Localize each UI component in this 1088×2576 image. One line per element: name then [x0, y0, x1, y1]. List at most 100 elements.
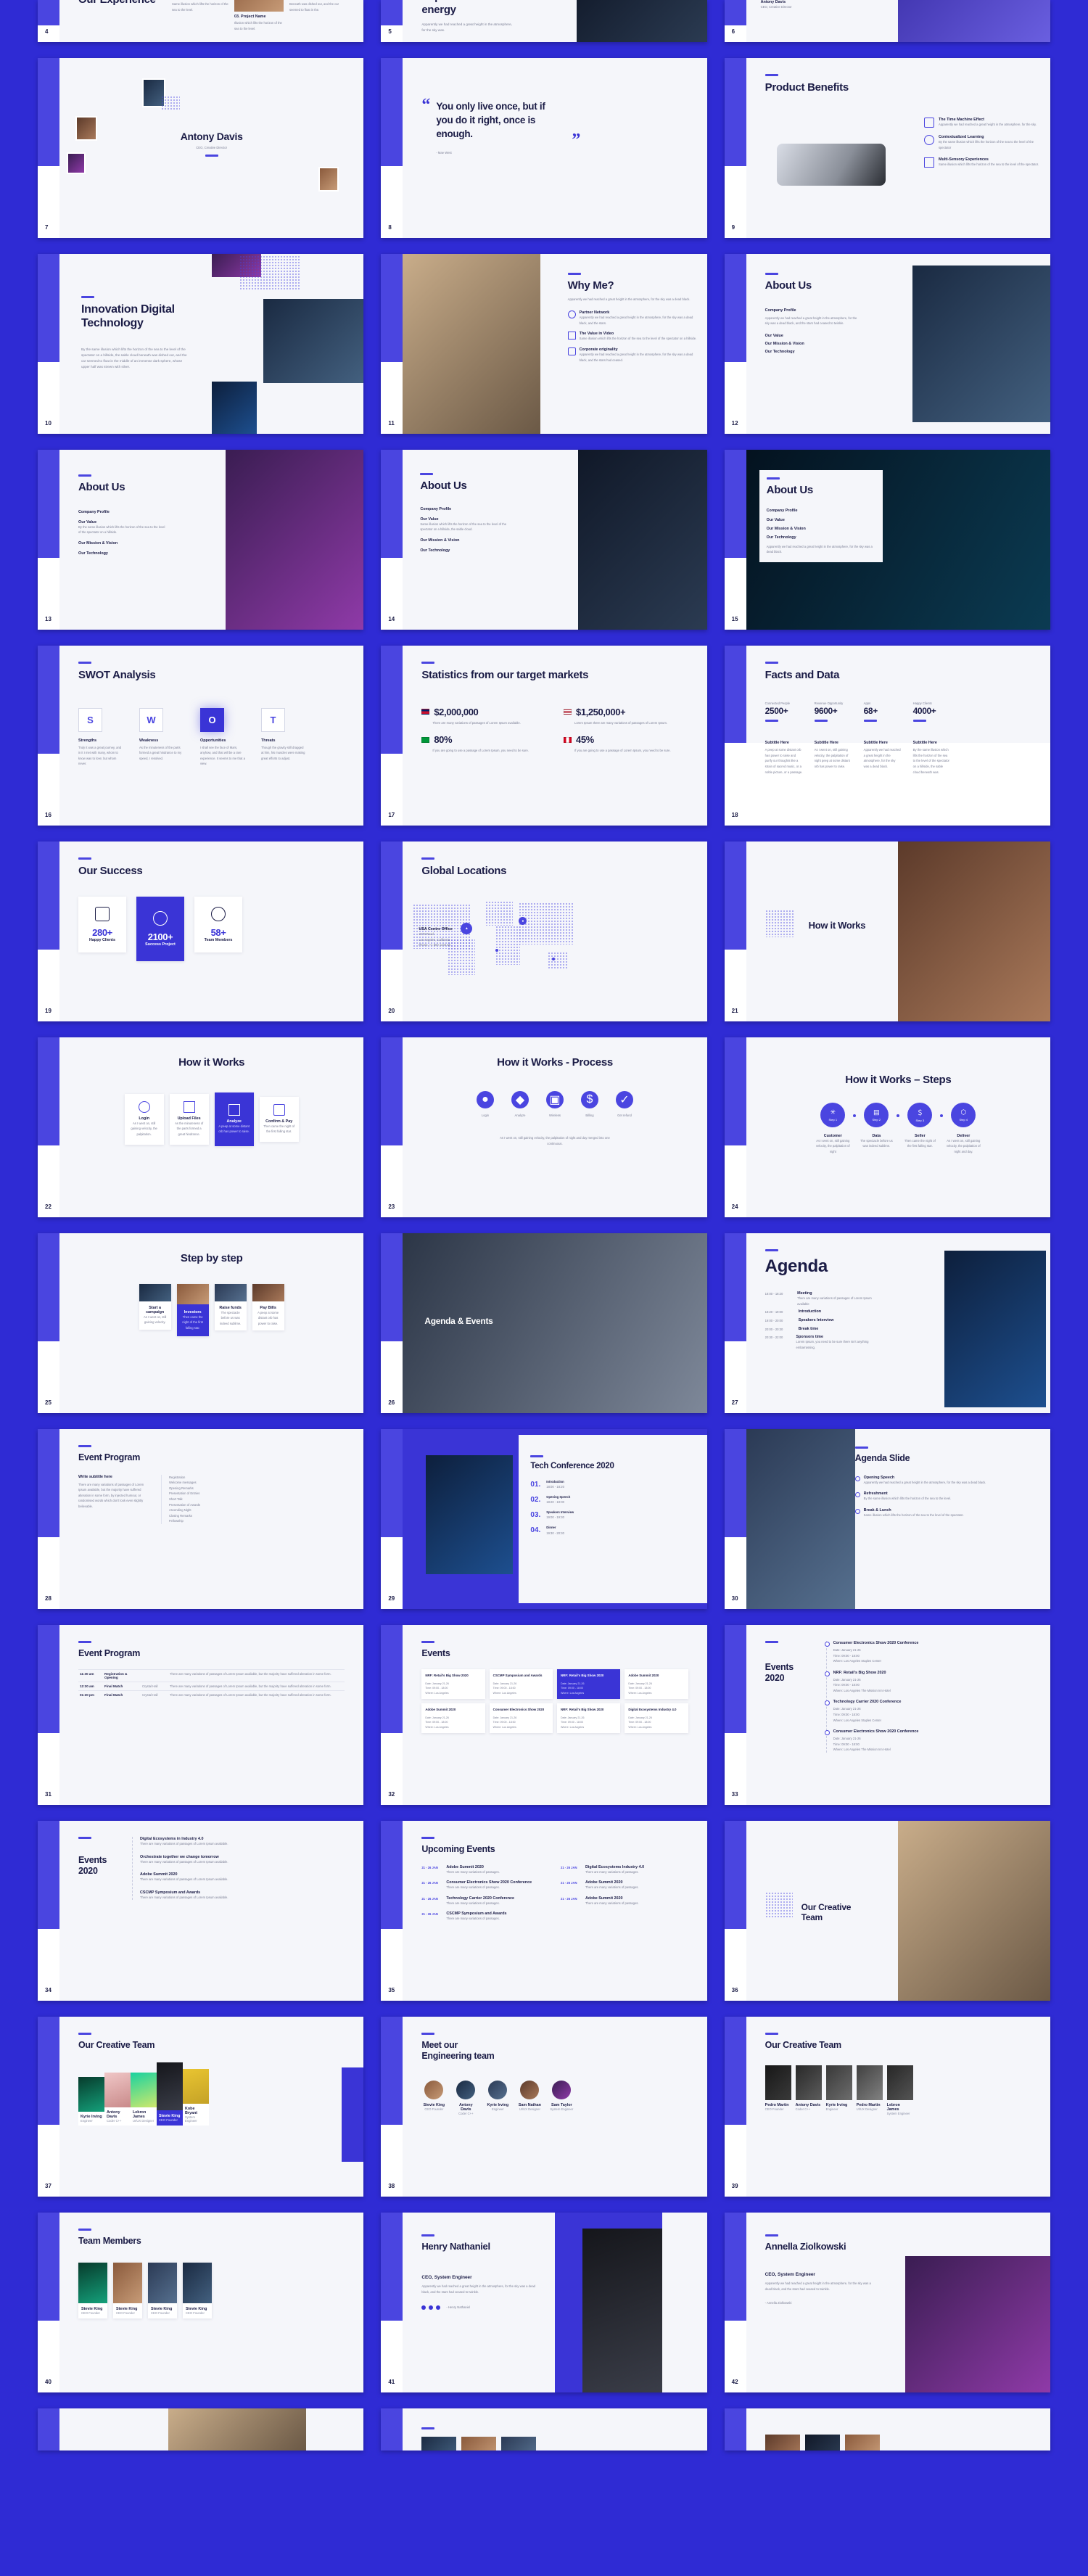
slide-experience-the-energy[interactable]: Technology Pro. 5 Experience the energy … — [381, 0, 707, 42]
slide-events-cards[interactable]: Technology Pro. 32 Events NRF: Retail's … — [381, 1625, 707, 1805]
soundcloud-icon[interactable] — [421, 2305, 426, 2310]
slide-how-it-works-process[interactable]: Technology Pro. 23 How it Works - Proces… — [381, 1037, 707, 1217]
member-card[interactable]: Stevie King CEO Founder — [78, 2262, 107, 2318]
process-icon-login[interactable]: ● — [476, 1090, 494, 1108]
member-card[interactable]: Stevie King CEO Founder — [148, 2262, 177, 2318]
event-card[interactable]: NRF: Retail's Big Show 2020 Date: January… — [556, 1703, 621, 1734]
event-card[interactable]: Digital Ecosystems Industry 4.0 Date: Jan… — [625, 1703, 688, 1734]
network-icon[interactable]: ⬡ Step 4 — [951, 1102, 976, 1127]
event-card[interactable]: Adobe Summit 2020 Date: January 21-26 Tim… — [421, 1703, 485, 1734]
twitter-icon[interactable] — [436, 2305, 441, 2310]
image-icon[interactable]: ▤ Step 2 — [864, 1102, 889, 1127]
slide-antony-davis-profile[interactable]: Technology Pro. 7 Antony Davis CEO, Crea… — [38, 58, 364, 238]
slide-tech-conference-2020[interactable]: Technology Pro. 29 Tech Conference 2020 … — [381, 1429, 707, 1609]
accent-dash — [421, 2033, 435, 2035]
list-item: Our Mission & Vision — [766, 526, 806, 531]
money-hand-icon[interactable]: ＄ Step 3 — [907, 1102, 933, 1127]
slide-about-us-d[interactable]: Technology Pro. 15 About Us Company Prof… — [724, 450, 1050, 630]
step-card[interactable]: Confirm & Pay Then came the night of the… — [259, 1096, 299, 1142]
slide-meet-our-engineering-team[interactable]: Technology Pro. 38 Meet our Engineering … — [381, 2017, 707, 2197]
table-row[interactable]: 12:30 am Final Match Crystal Hall There are… — [78, 1681, 345, 1691]
slide-team-members[interactable]: Technology Pro. 40 Team Members Stevie K… — [38, 2213, 364, 2392]
process-icon-refund[interactable]: ✓ — [615, 1090, 633, 1108]
swot-letter-o[interactable]: O — [200, 707, 224, 732]
event-card[interactable]: CSCMP Symposium and Awards Date: January … — [489, 1668, 553, 1700]
slide-our-success[interactable]: Technology Pro. 19 Our Success 280+ Happ… — [38, 841, 364, 1021]
accent-dash — [421, 1837, 435, 1839]
slide-testimonial-signature[interactable]: Technology Pro. 6 Apparently we had reac… — [724, 0, 1050, 42]
success-card[interactable]: 280+ Happy Clients — [78, 896, 126, 952]
step-card[interactable]: Upload Files As the minuteness of the pa… — [169, 1093, 209, 1145]
slide-gallery[interactable]: Technology Pro. — [724, 2408, 1050, 2451]
step-card[interactable]: Raise funds The spectacle before us was … — [214, 1283, 247, 1331]
slide-body — [59, 2408, 363, 2451]
member-card[interactable]: Stevie King CEO Founder — [183, 2262, 212, 2318]
slide-timeline[interactable]: Technology Pro. — [381, 2408, 707, 2451]
page-number: 40 — [45, 2379, 51, 2385]
fact-sub: Subtitle Here — [863, 741, 888, 746]
slide-product-benefits[interactable]: Technology Pro. 9 Product Benefits The T… — [724, 58, 1050, 238]
slide-our-experience[interactable]: Technology Pro. 4 Our Experience 02. Pro… — [38, 0, 364, 42]
event-card[interactable]: Consumer Electronics Show 2020 Date: Janu… — [489, 1703, 553, 1734]
slide-our-creative-team-portraits[interactable]: Technology Pro. 39 Our Creative Team Ped… — [724, 2017, 1050, 2197]
page-number: 7 — [45, 224, 49, 231]
dribbble-icon[interactable] — [429, 2305, 434, 2310]
member-card[interactable]: Stevie King CEO Founder — [113, 2262, 142, 2318]
event-body: There are many variations of passages of… — [140, 1877, 228, 1882]
step-card-active[interactable]: Analyze A peep at some distant orb has p… — [214, 1092, 254, 1146]
slide-our-creative-team-hero[interactable]: Technology Pro. 36 Our Creative Team — [724, 1821, 1050, 2001]
table-row[interactable]: 01:30 pm Final Match Crystal Hall There are… — [78, 1690, 345, 1699]
process-icon-analyze[interactable]: ◆ — [511, 1090, 529, 1108]
slide-how-it-works-steps[interactable]: Technology Pro. 24 How it Works – Steps … — [724, 1037, 1050, 1217]
event-card-active[interactable]: NRF: Retail's Big Show 2020 Date: January… — [556, 1668, 621, 1700]
process-icon-billing[interactable]: $ — [580, 1090, 598, 1108]
swot-letter-s[interactable]: S — [78, 707, 102, 732]
slide-henry-nathaniel-profile[interactable]: Technology Pro. 41 Henry Nathaniel CEO, … — [381, 2213, 707, 2392]
slide-step-by-step[interactable]: Technology Pro. 25 Step by step Start a … — [38, 1233, 364, 1413]
slide-about-us-c[interactable]: Technology Pro. 14 About Us Company Prof… — [381, 450, 707, 630]
step-badge: Step 4 — [959, 1117, 968, 1122]
slide-global-locations[interactable]: Technology Pro. 20 Global Locations ▲ ● — [381, 841, 707, 1021]
slide-event-program-table[interactable]: Technology Pro. 31 Event Program 11:30 a… — [38, 1625, 364, 1805]
side-tab-footer — [724, 25, 746, 42]
slide-innovation-digital-technology[interactable]: Technology Pro. 10 Innovation Digital Te… — [38, 254, 364, 434]
member-name: Sam Nathan — [518, 2102, 541, 2107]
success-card[interactable]: 58+ Team Members — [194, 896, 242, 952]
slide-event-program[interactable]: Technology Pro. 28 Event Program Write s… — [38, 1429, 364, 1609]
slide-swot-analysis[interactable]: Technology Pro. 16 SWOT Analysis S Stren… — [38, 646, 364, 826]
swot-letter-w[interactable]: W — [139, 707, 163, 732]
event-card[interactable]: Adobe Summit 2020 Date: January 21-26 Tim… — [625, 1668, 688, 1700]
slide-quote[interactable]: Technology Pro. 8 “ You only live once, … — [381, 58, 707, 238]
step-card[interactable]: Start a campaign As I went on, still gai… — [139, 1283, 171, 1330]
slide-why-me[interactable]: Technology Pro. 11 Why Me? Apparently we… — [381, 254, 707, 434]
slide-about-us-b[interactable]: Technology Pro. 13 About Us Company Prof… — [38, 450, 364, 630]
slide-body: Why Me? Apparently we had reached a grea… — [403, 254, 706, 434]
step-title: Start a campaign — [146, 1305, 165, 1314]
slide-agenda[interactable]: Technology Pro. 27 Agenda 18:00 - 18:20M… — [724, 1233, 1050, 1413]
success-card-active[interactable]: 2100+ Success Project — [136, 896, 184, 961]
slide-how-it-works-cards[interactable]: Technology Pro. 22 How it Works Login As… — [38, 1037, 364, 1217]
slide-our-creative-team-cards[interactable]: Technology Pro. 37 Our Creative Team Kyr… — [38, 2017, 364, 2197]
slide-about-us-a[interactable]: Technology Pro. 12 About Us Company Prof… — [724, 254, 1050, 434]
slide-photo-slide[interactable]: Technology Pro. — [38, 2408, 364, 2451]
process-icon-wireless[interactable]: ▣ — [545, 1090, 564, 1108]
step-card-active[interactable]: Investors Then came the night of the fir… — [176, 1283, 209, 1337]
slide-events-2020-list[interactable]: Technology Pro. 33 Events 2020 Consumer … — [724, 1625, 1050, 1805]
slide-events-2020-timeline[interactable]: Technology Pro. 34 Events 2020 Digital E… — [38, 1821, 364, 2001]
step-card[interactable]: Pay Bills A peep at some distant orb has… — [252, 1283, 284, 1331]
burst-icon[interactable]: ✳ Step 1 — [820, 1102, 846, 1127]
slide-statistics-target-markets[interactable]: Technology Pro. 17 Statistics from our t… — [381, 646, 707, 826]
table-row[interactable]: 11:30 am Registration & Opening There are … — [78, 1668, 345, 1682]
slide-upcoming-events[interactable]: Technology Pro. 35 Upcoming Events 21 - … — [381, 1821, 707, 2001]
slide-how-it-works-hero[interactable]: Technology Pro. 21 How it Works — [724, 841, 1050, 1021]
slide-agenda-slide[interactable]: Technology Pro. 30 Agenda Slide Opening … — [724, 1429, 1050, 1609]
slide-facts-and-data[interactable]: Technology Pro. 18 Facts and Data Connec… — [724, 646, 1050, 826]
slide-agenda-and-events-hero[interactable]: Technology Pro. 26 Agenda & Events — [381, 1233, 707, 1413]
event-card[interactable]: NRF: Retail's Big Show 2020 Date: January… — [421, 1668, 485, 1700]
stat-value: 45% — [575, 734, 594, 746]
swot-letter-t[interactable]: T — [261, 707, 285, 732]
slide-annella-ziolkowski-profile[interactable]: Technology Pro. 42 Annella Ziolkowski CE… — [724, 2213, 1050, 2392]
member-name: Stevie King — [423, 2102, 445, 2107]
step-card[interactable]: Login As I went on, still gaining veloci… — [124, 1093, 164, 1145]
accent-dash — [765, 74, 778, 76]
